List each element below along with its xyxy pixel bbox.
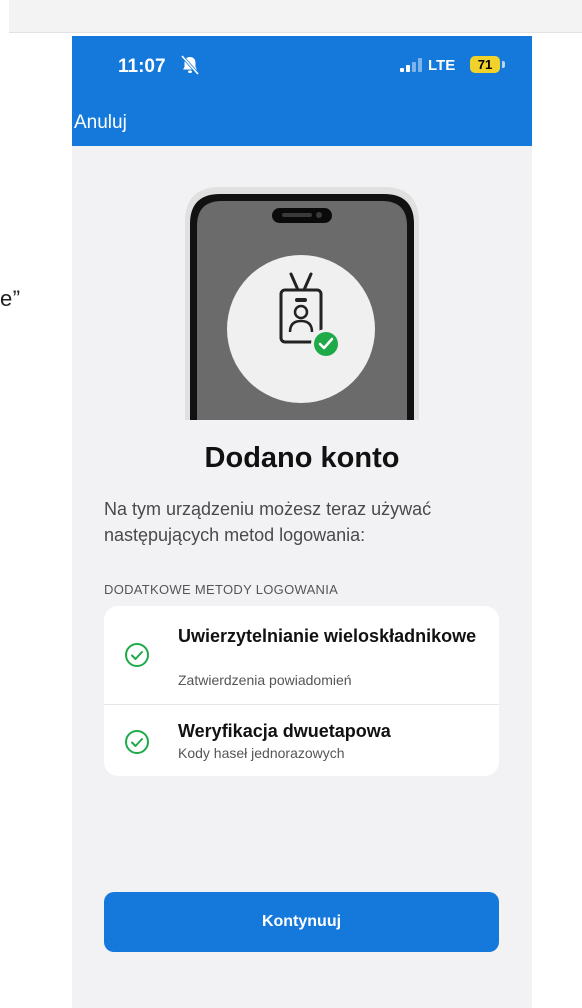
battery-indicator: 71	[470, 56, 500, 73]
battery-tip	[502, 61, 505, 68]
description-text: Na tym urządzeniu możesz teraz używać na…	[104, 499, 432, 545]
method-row-2fa: Weryfikacja dwuetapowa Kody haseł jednor…	[104, 704, 499, 777]
check-circle-icon	[125, 730, 149, 754]
method-title: Uwierzytelnianie wieloskładnikowe	[178, 626, 477, 646]
method-subtitle: Zatwierdzenia powiadomień	[178, 672, 352, 688]
continue-button[interactable]: Kontynuuj	[104, 892, 499, 952]
status-time: 11:07	[118, 56, 166, 77]
phone-screen: 11:07 LTE 71 Anuluj Dodano konto Na tym …	[72, 36, 532, 1008]
section-label: DODATKOWE METODY LOGOWANIA	[104, 582, 339, 597]
browser-top-strip	[9, 0, 582, 33]
method-subtitle: Kody haseł jednorazowych	[178, 745, 345, 761]
method-title: Weryfikacja dwuetapowa	[178, 721, 391, 741]
checkmark-badge-icon	[311, 329, 341, 359]
method-row-mfa: Uwierzytelnianie wieloskładnikowe Zatwie…	[104, 606, 499, 704]
page-title: Dodano konto	[204, 442, 400, 474]
header-bar: 11:07 LTE 71 Anuluj	[72, 36, 532, 146]
network-type: LTE	[428, 57, 456, 74]
phone-illustration	[185, 187, 419, 420]
signal-icon	[400, 58, 422, 72]
bell-muted-icon	[180, 55, 200, 75]
side-text-fragment: e”	[0, 286, 21, 311]
cancel-button[interactable]: Anuluj	[74, 112, 127, 134]
check-circle-icon	[125, 643, 149, 667]
methods-card: Uwierzytelnianie wieloskładnikowe Zatwie…	[104, 606, 499, 776]
